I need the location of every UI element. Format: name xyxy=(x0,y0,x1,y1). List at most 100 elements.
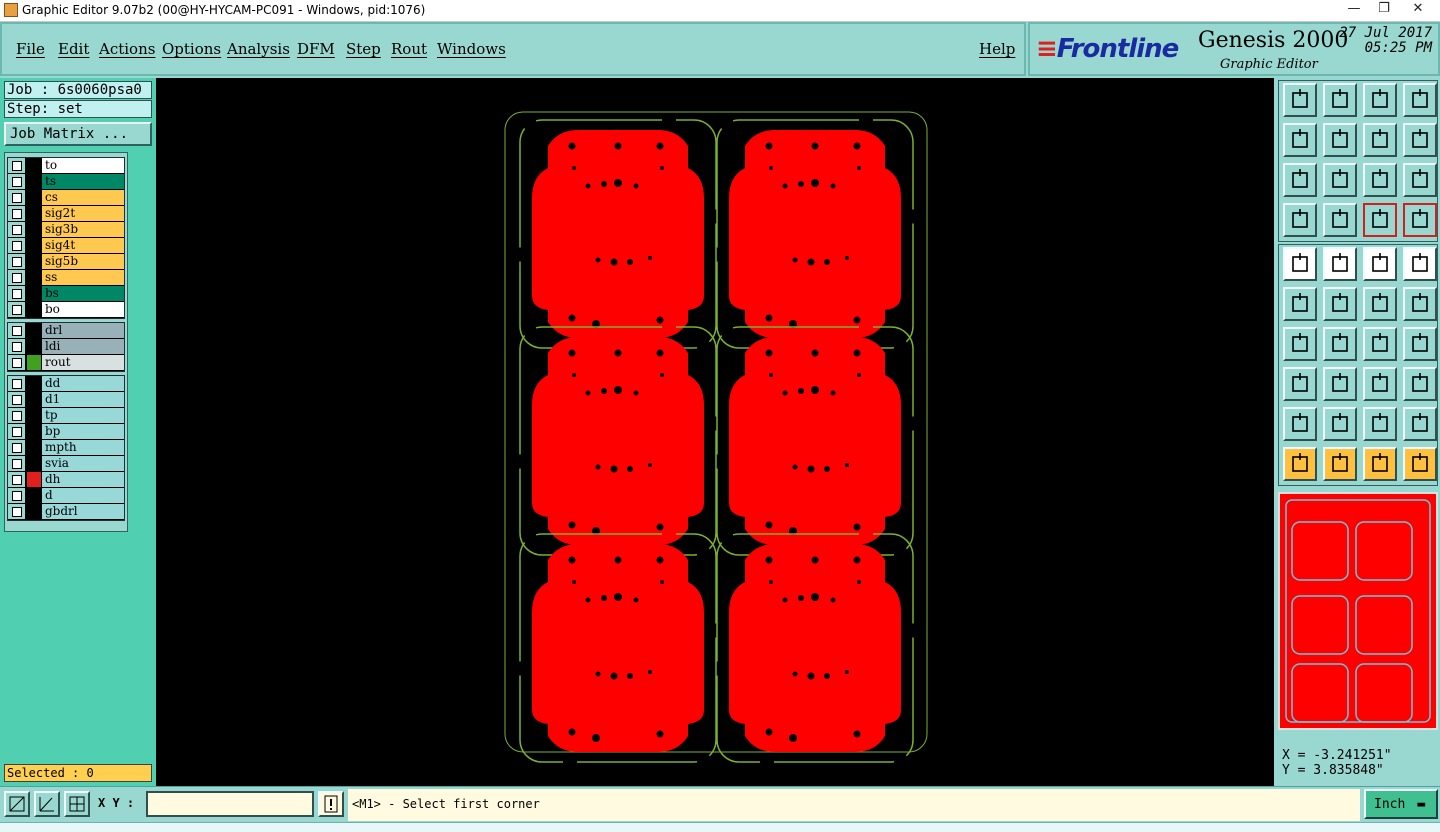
layer-checkbox[interactable] xyxy=(8,392,26,407)
layer-color-swatch[interactable] xyxy=(27,376,41,391)
layer-name[interactable]: mpth xyxy=(42,440,124,455)
layer-color-swatch[interactable] xyxy=(27,472,41,487)
layer-color-swatch[interactable] xyxy=(27,158,41,173)
angle-snap-icon[interactable] xyxy=(34,791,60,817)
layer-checkbox[interactable] xyxy=(8,174,26,189)
layer-row-mpth[interactable]: mpth xyxy=(8,440,124,456)
layer-checkbox[interactable] xyxy=(8,355,26,370)
layer-color-swatch[interactable] xyxy=(27,392,41,407)
layer-row-to[interactable]: to xyxy=(8,158,124,174)
menu-windows[interactable]: Windows xyxy=(437,40,506,58)
layer-row-d1[interactable]: d1 xyxy=(8,392,124,408)
overview-map[interactable] xyxy=(1278,492,1438,730)
layer-color-swatch[interactable] xyxy=(27,323,41,338)
layer-color-swatch[interactable] xyxy=(27,270,41,285)
menu-actions[interactable]: Actions xyxy=(99,40,155,58)
layer-checkbox[interactable] xyxy=(8,456,26,471)
menu-file[interactable]: File xyxy=(16,40,45,58)
node-icon[interactable] xyxy=(1283,287,1317,321)
layer-name[interactable]: dd xyxy=(42,376,124,391)
mirror-icon[interactable] xyxy=(1403,327,1437,361)
layer-name[interactable]: sig2t xyxy=(42,206,124,221)
layer-name[interactable]: bp xyxy=(42,424,124,439)
layer-color-swatch[interactable] xyxy=(27,190,41,205)
down-icon[interactable] xyxy=(1323,83,1357,117)
grid-snap-icon[interactable] xyxy=(64,791,90,817)
left-icon[interactable] xyxy=(1283,123,1317,157)
ruler-icon[interactable] xyxy=(1363,247,1397,281)
layer-checkbox[interactable] xyxy=(8,408,26,423)
layer-color-swatch[interactable] xyxy=(27,254,41,269)
snap-icon[interactable] xyxy=(4,791,30,817)
layer-row-sig2t[interactable]: sig2t xyxy=(8,206,124,222)
angle-icon[interactable] xyxy=(1283,327,1317,361)
layer-name[interactable]: svia xyxy=(42,456,124,471)
layer-checkbox[interactable] xyxy=(8,440,26,455)
home-icon[interactable] xyxy=(1283,83,1317,117)
layer-color-swatch[interactable] xyxy=(27,456,41,471)
layer-color-swatch[interactable] xyxy=(27,302,41,317)
layer-name[interactable]: tp xyxy=(42,408,124,423)
layer-checkbox[interactable] xyxy=(8,158,26,173)
layer-row-ss[interactable]: ss xyxy=(8,270,124,286)
menu-step[interactable]: Step xyxy=(346,40,381,58)
layer-color-swatch[interactable] xyxy=(27,440,41,455)
arrow-icon[interactable] xyxy=(1363,287,1397,321)
house-icon[interactable] xyxy=(1363,83,1397,117)
layer-checkbox[interactable] xyxy=(8,323,26,338)
pointer-box-icon[interactable] xyxy=(1323,447,1357,481)
layer-name[interactable]: sig4t xyxy=(42,238,124,253)
layers-icon[interactable] xyxy=(1363,203,1397,237)
window-icon[interactable] xyxy=(1403,83,1437,117)
minimize-icon[interactable]: — xyxy=(1340,0,1368,20)
layer-row-dd[interactable]: dd xyxy=(8,376,124,392)
grid-icon[interactable] xyxy=(1323,203,1357,237)
shape-icon[interactable] xyxy=(1323,247,1357,281)
layer-name[interactable]: bo xyxy=(42,302,124,317)
layer-row-sig4t[interactable]: sig4t xyxy=(8,238,124,254)
move-icon[interactable] xyxy=(1283,367,1317,401)
layer-row-rout[interactable]: rout xyxy=(8,355,124,371)
help-icon[interactable] xyxy=(1403,163,1437,197)
layer-row-sig3b[interactable]: sig3b xyxy=(8,222,124,238)
layer-color-swatch[interactable] xyxy=(27,206,41,221)
layer-name[interactable]: dh xyxy=(42,472,124,487)
layer-row-tp[interactable]: tp xyxy=(8,408,124,424)
pad-icon[interactable] xyxy=(1283,247,1317,281)
layer-color-swatch[interactable] xyxy=(27,424,41,439)
layer-color-swatch[interactable] xyxy=(27,355,41,370)
layer-checkbox[interactable] xyxy=(8,488,26,503)
layer-name[interactable]: ss xyxy=(42,270,124,285)
layer-row-ldi[interactable]: ldi xyxy=(8,339,124,355)
layer-row-d[interactable]: d xyxy=(8,488,124,504)
pointer-icon[interactable] xyxy=(1283,447,1317,481)
layer-checkbox[interactable] xyxy=(8,424,26,439)
layer-name[interactable]: gbdrl xyxy=(42,504,124,519)
layer-name[interactable]: ldi xyxy=(42,339,124,354)
layer-name[interactable]: drl xyxy=(42,323,124,338)
tri3-icon[interactable] xyxy=(1363,407,1397,441)
blob-icon[interactable] xyxy=(1403,367,1437,401)
line-icon[interactable] xyxy=(1323,327,1357,361)
layer-name[interactable]: ts xyxy=(42,174,124,189)
layer-color-swatch[interactable] xyxy=(27,286,41,301)
tri-icon[interactable] xyxy=(1283,407,1317,441)
layer-checkbox[interactable] xyxy=(8,254,26,269)
layer-name[interactable]: sig5b xyxy=(42,254,124,269)
zoom-center-icon[interactable] xyxy=(1323,163,1357,197)
one-to-two-icon[interactable] xyxy=(1363,163,1397,197)
menu-analysis[interactable]: Analysis xyxy=(227,40,290,58)
layer-row-cs[interactable]: cs xyxy=(8,190,124,206)
job-matrix-button[interactable]: Job Matrix ... xyxy=(4,122,152,146)
layer-checkbox[interactable] xyxy=(8,222,26,237)
dot-icon[interactable] xyxy=(1403,247,1437,281)
layer-checkbox[interactable] xyxy=(8,190,26,205)
layer-checkbox[interactable] xyxy=(8,270,26,285)
resize-icon[interactable] xyxy=(1363,367,1397,401)
pointer-circle-icon[interactable] xyxy=(1363,447,1397,481)
layer-row-dh[interactable]: dh xyxy=(8,472,124,488)
layer-name[interactable]: sig3b xyxy=(42,222,124,237)
layer-checkbox[interactable] xyxy=(8,504,26,519)
maximize-icon[interactable]: ❐ xyxy=(1370,0,1398,20)
layer-name[interactable]: d1 xyxy=(42,392,124,407)
